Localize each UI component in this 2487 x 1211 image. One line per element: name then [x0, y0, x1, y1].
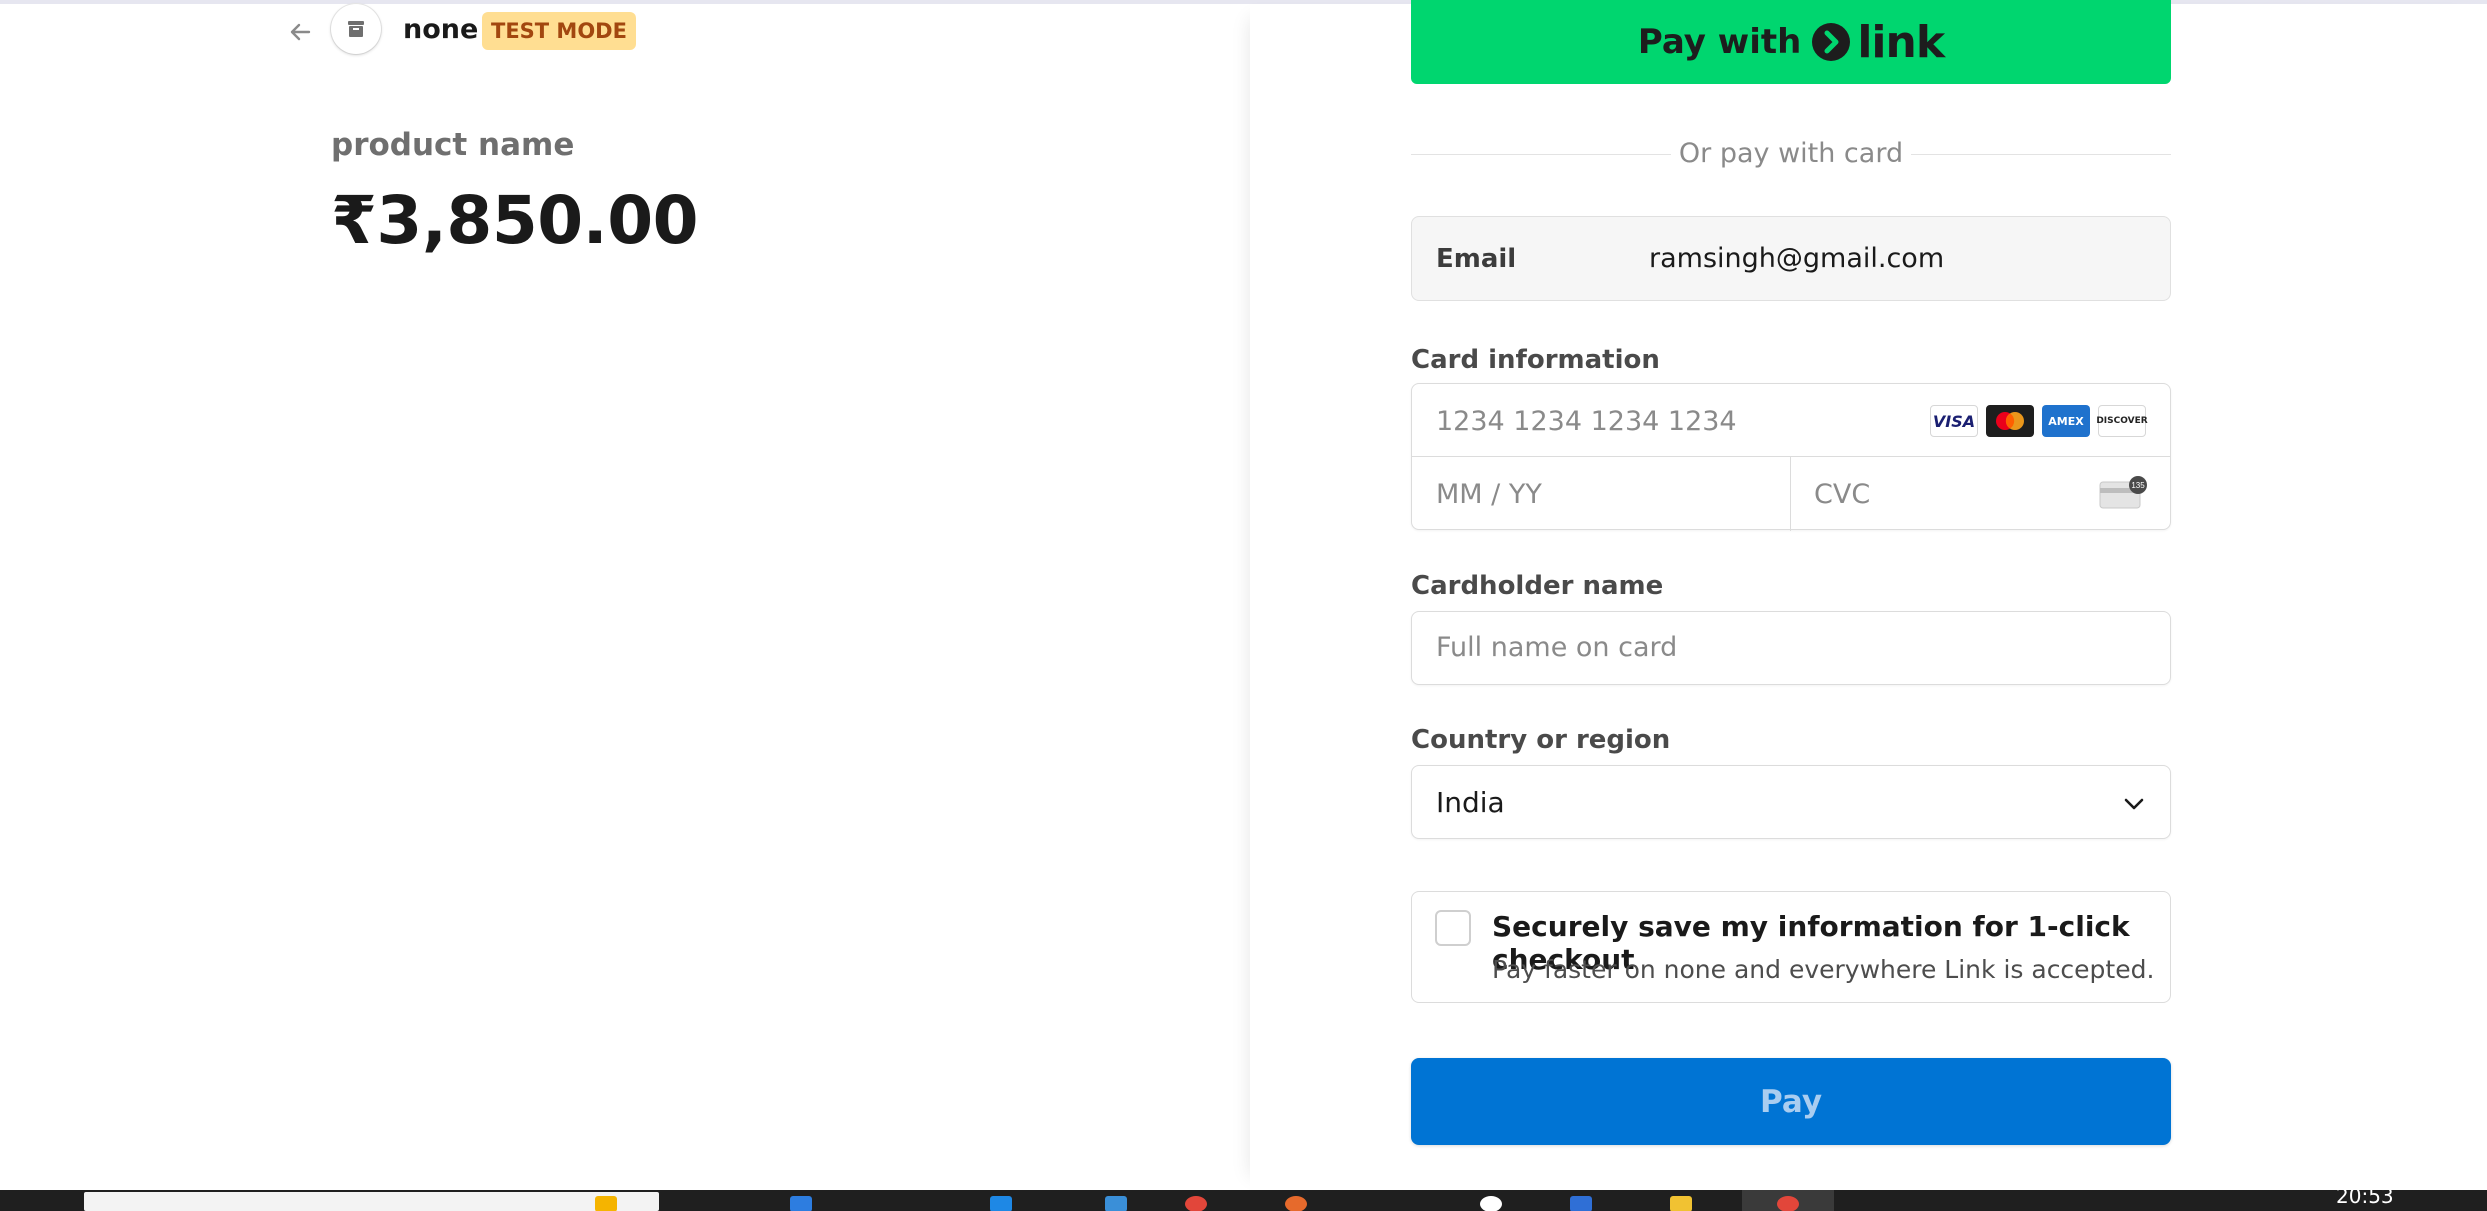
merchant-avatar [331, 4, 381, 54]
order-summary-panel: none TEST MODE product name ₹3,850.00 [0, 4, 1250, 1190]
card-column-separator [1790, 456, 1791, 531]
card-information-label: Card information [1411, 345, 1660, 375]
taskbar-edge-icon[interactable] [790, 1196, 812, 1211]
save-info-subtitle: Pay faster on none and everywhere Link i… [1492, 955, 2155, 984]
store-icon [348, 21, 364, 37]
pay-button[interactable]: Pay [1411, 1058, 2171, 1145]
card-number-input[interactable]: 1234 1234 1234 1234 [1436, 406, 1737, 437]
or-divider: Or pay with card [1411, 138, 2171, 172]
pay-button-label: Pay [1759, 1083, 1823, 1120]
visa-icon: VISA [1930, 405, 1978, 437]
email-field[interactable]: Email ramsingh@gmail.com [1411, 216, 2171, 301]
country-selected-value: India [1436, 786, 1505, 819]
email-value[interactable]: ramsingh@gmail.com [1649, 243, 1944, 274]
product-name: product name [331, 127, 575, 163]
test-mode-badge: TEST MODE [482, 12, 636, 50]
divider-line-right [1911, 154, 2171, 155]
taskbar-store-icon[interactable] [990, 1196, 1012, 1211]
back-button[interactable] [285, 17, 321, 47]
discover-icon: DISCOVER [2096, 405, 2148, 437]
card-row-separator [1412, 456, 2170, 457]
card-information-group: 1234 1234 1234 1234 VISA AMEX DISCOVER M… [1411, 383, 2171, 531]
product-price: ₹3,850.00 [331, 182, 699, 259]
chevron-down-icon [2124, 798, 2144, 810]
link-brand-label: link [1857, 16, 1945, 68]
pay-with-label: Pay with [1637, 22, 1802, 62]
pay-with-link-button[interactable]: Pay with link [1411, 0, 2171, 84]
save-info-checkbox[interactable] [1435, 910, 1471, 946]
taskbar-chrome-icon[interactable] [1185, 1196, 1207, 1211]
cardholder-name-placeholder: Full name on card [1436, 632, 1678, 663]
card-brands: VISA AMEX DISCOVER [1930, 405, 2148, 437]
taskbar-widget-icon[interactable] [595, 1196, 617, 1211]
merchant-name: none [403, 14, 479, 45]
arrow-left-icon [290, 23, 311, 41]
cardholder-name-label: Cardholder name [1411, 571, 1664, 601]
card-cvc-input[interactable]: CVC [1814, 479, 1870, 510]
cvc-card-icon: 135 [2099, 476, 2147, 509]
taskbar-active-chrome-icon [1777, 1196, 1799, 1211]
taskbar-folder-icon[interactable] [1670, 1196, 1692, 1211]
link-logo-icon [1812, 23, 1851, 61]
taskbar-word-icon[interactable] [1570, 1196, 1592, 1211]
os-taskbar: 20:53 [0, 1190, 2487, 1211]
taskbar-app-icon[interactable] [1285, 1196, 1307, 1211]
email-label: Email [1436, 244, 1517, 274]
taskbar-vscode-icon[interactable] [1105, 1196, 1127, 1211]
mastercard-icon [1986, 405, 2034, 437]
country-select[interactable]: India [1411, 765, 2171, 839]
cardholder-name-input[interactable]: Full name on card [1411, 611, 2171, 685]
taskbar-active-app[interactable] [1742, 1190, 1834, 1211]
checkout-page: none TEST MODE product name ₹3,850.00 Pa… [0, 0, 2487, 1211]
taskbar-search-box[interactable] [84, 1192, 659, 1211]
cvc-icon-text: 135 [2131, 481, 2145, 490]
amex-icon: AMEX [2042, 405, 2090, 437]
country-label: Country or region [1411, 725, 1671, 755]
save-info-box: Securely save my information for 1-click… [1411, 891, 2171, 1003]
taskbar-github-icon[interactable] [1480, 1196, 1502, 1211]
taskbar-clock: 20:53 [2336, 1190, 2394, 1208]
card-expiry-input[interactable]: MM / YY [1436, 479, 1542, 510]
